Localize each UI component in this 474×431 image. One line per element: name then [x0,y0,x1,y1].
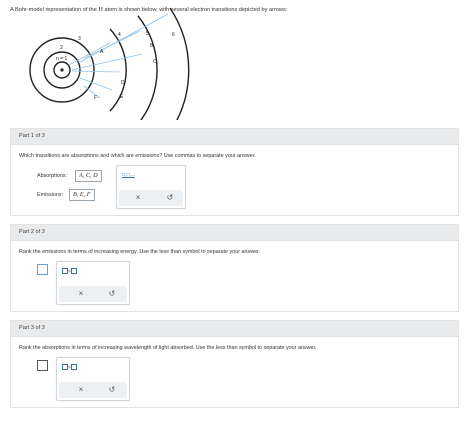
part-3-question: Rank the absorptions in terms of increas… [19,345,317,351]
shell-label-3: 3 [78,36,81,42]
emissions-label: Emissions: [37,192,64,198]
transition-e-line [79,77,113,91]
clear-icon[interactable]: × [76,385,86,395]
placeholder-box-icon [71,268,78,274]
part-2-answer-input[interactable] [37,264,48,275]
shell-label-6: 6 [172,32,175,38]
part-2-panel: Part 2 of 3 Rank the emissions in terms … [10,224,459,312]
nucleus [60,68,64,72]
transition-label-c: C [153,59,157,65]
part-2-tool-panel: < × ↺ [56,261,130,305]
bohr-diagram: n = 1 2 3 4 5 6 A B C D E F [29,7,190,120]
transition-label-e: E [120,94,124,100]
absorptions-input[interactable]: A, C, D [75,170,102,182]
shell-label-5: 5 [146,31,149,37]
part-2-action-bar: × ↺ [59,286,127,302]
part-2-header: Part 2 of 3 [11,225,458,241]
undo-icon[interactable]: ↺ [165,193,175,203]
transition-a-line [68,42,111,66]
shell-6 [169,7,190,120]
part-1-tool-panel: □,□,... × ↺ [116,165,186,209]
undo-icon[interactable]: ↺ [107,385,117,395]
clear-icon[interactable]: × [76,289,86,299]
transition-c-line [71,53,143,71]
shell-label-4: 4 [118,32,121,38]
part-3-header: Part 3 of 3 [11,321,458,337]
shell-label-2: 2 [60,45,63,51]
transition-d-line [71,70,121,73]
undo-icon[interactable]: ↺ [107,289,117,299]
part-3-panel: Part 3 of 3 Rank the absorptions in term… [10,320,459,408]
placeholder-box-icon [71,364,78,370]
list-template-button[interactable]: □,□,... [122,172,135,178]
part-1-header: Part 1 of 3 [11,129,458,145]
part-1-question: Which transitions are absorptions and wh… [19,153,256,159]
part-3-tool-panel: < × ↺ [56,357,130,401]
part-2-question: Rank the emissions in terms of increasin… [19,249,261,255]
shell-label-1: n = 1 [56,56,67,62]
part-1-action-bar: × ↺ [119,190,183,206]
part-3-answer-input[interactable] [37,360,48,371]
transition-label-f: F [94,95,97,101]
part-3-action-bar: × ↺ [59,382,127,398]
absorptions-label: Absorptions: [37,173,67,179]
part-1-panel: Part 1 of 3 Which transitions are absorp… [10,128,459,216]
emissions-input[interactable]: B, E, F [69,189,95,201]
clear-icon[interactable]: × [133,193,143,203]
transition-label-d: D [121,80,125,86]
less-than-template-button[interactable]: < [62,364,78,370]
less-than-template-button[interactable]: < [62,268,78,274]
transition-label-a: A [100,49,104,55]
transition-f-line [83,85,101,99]
